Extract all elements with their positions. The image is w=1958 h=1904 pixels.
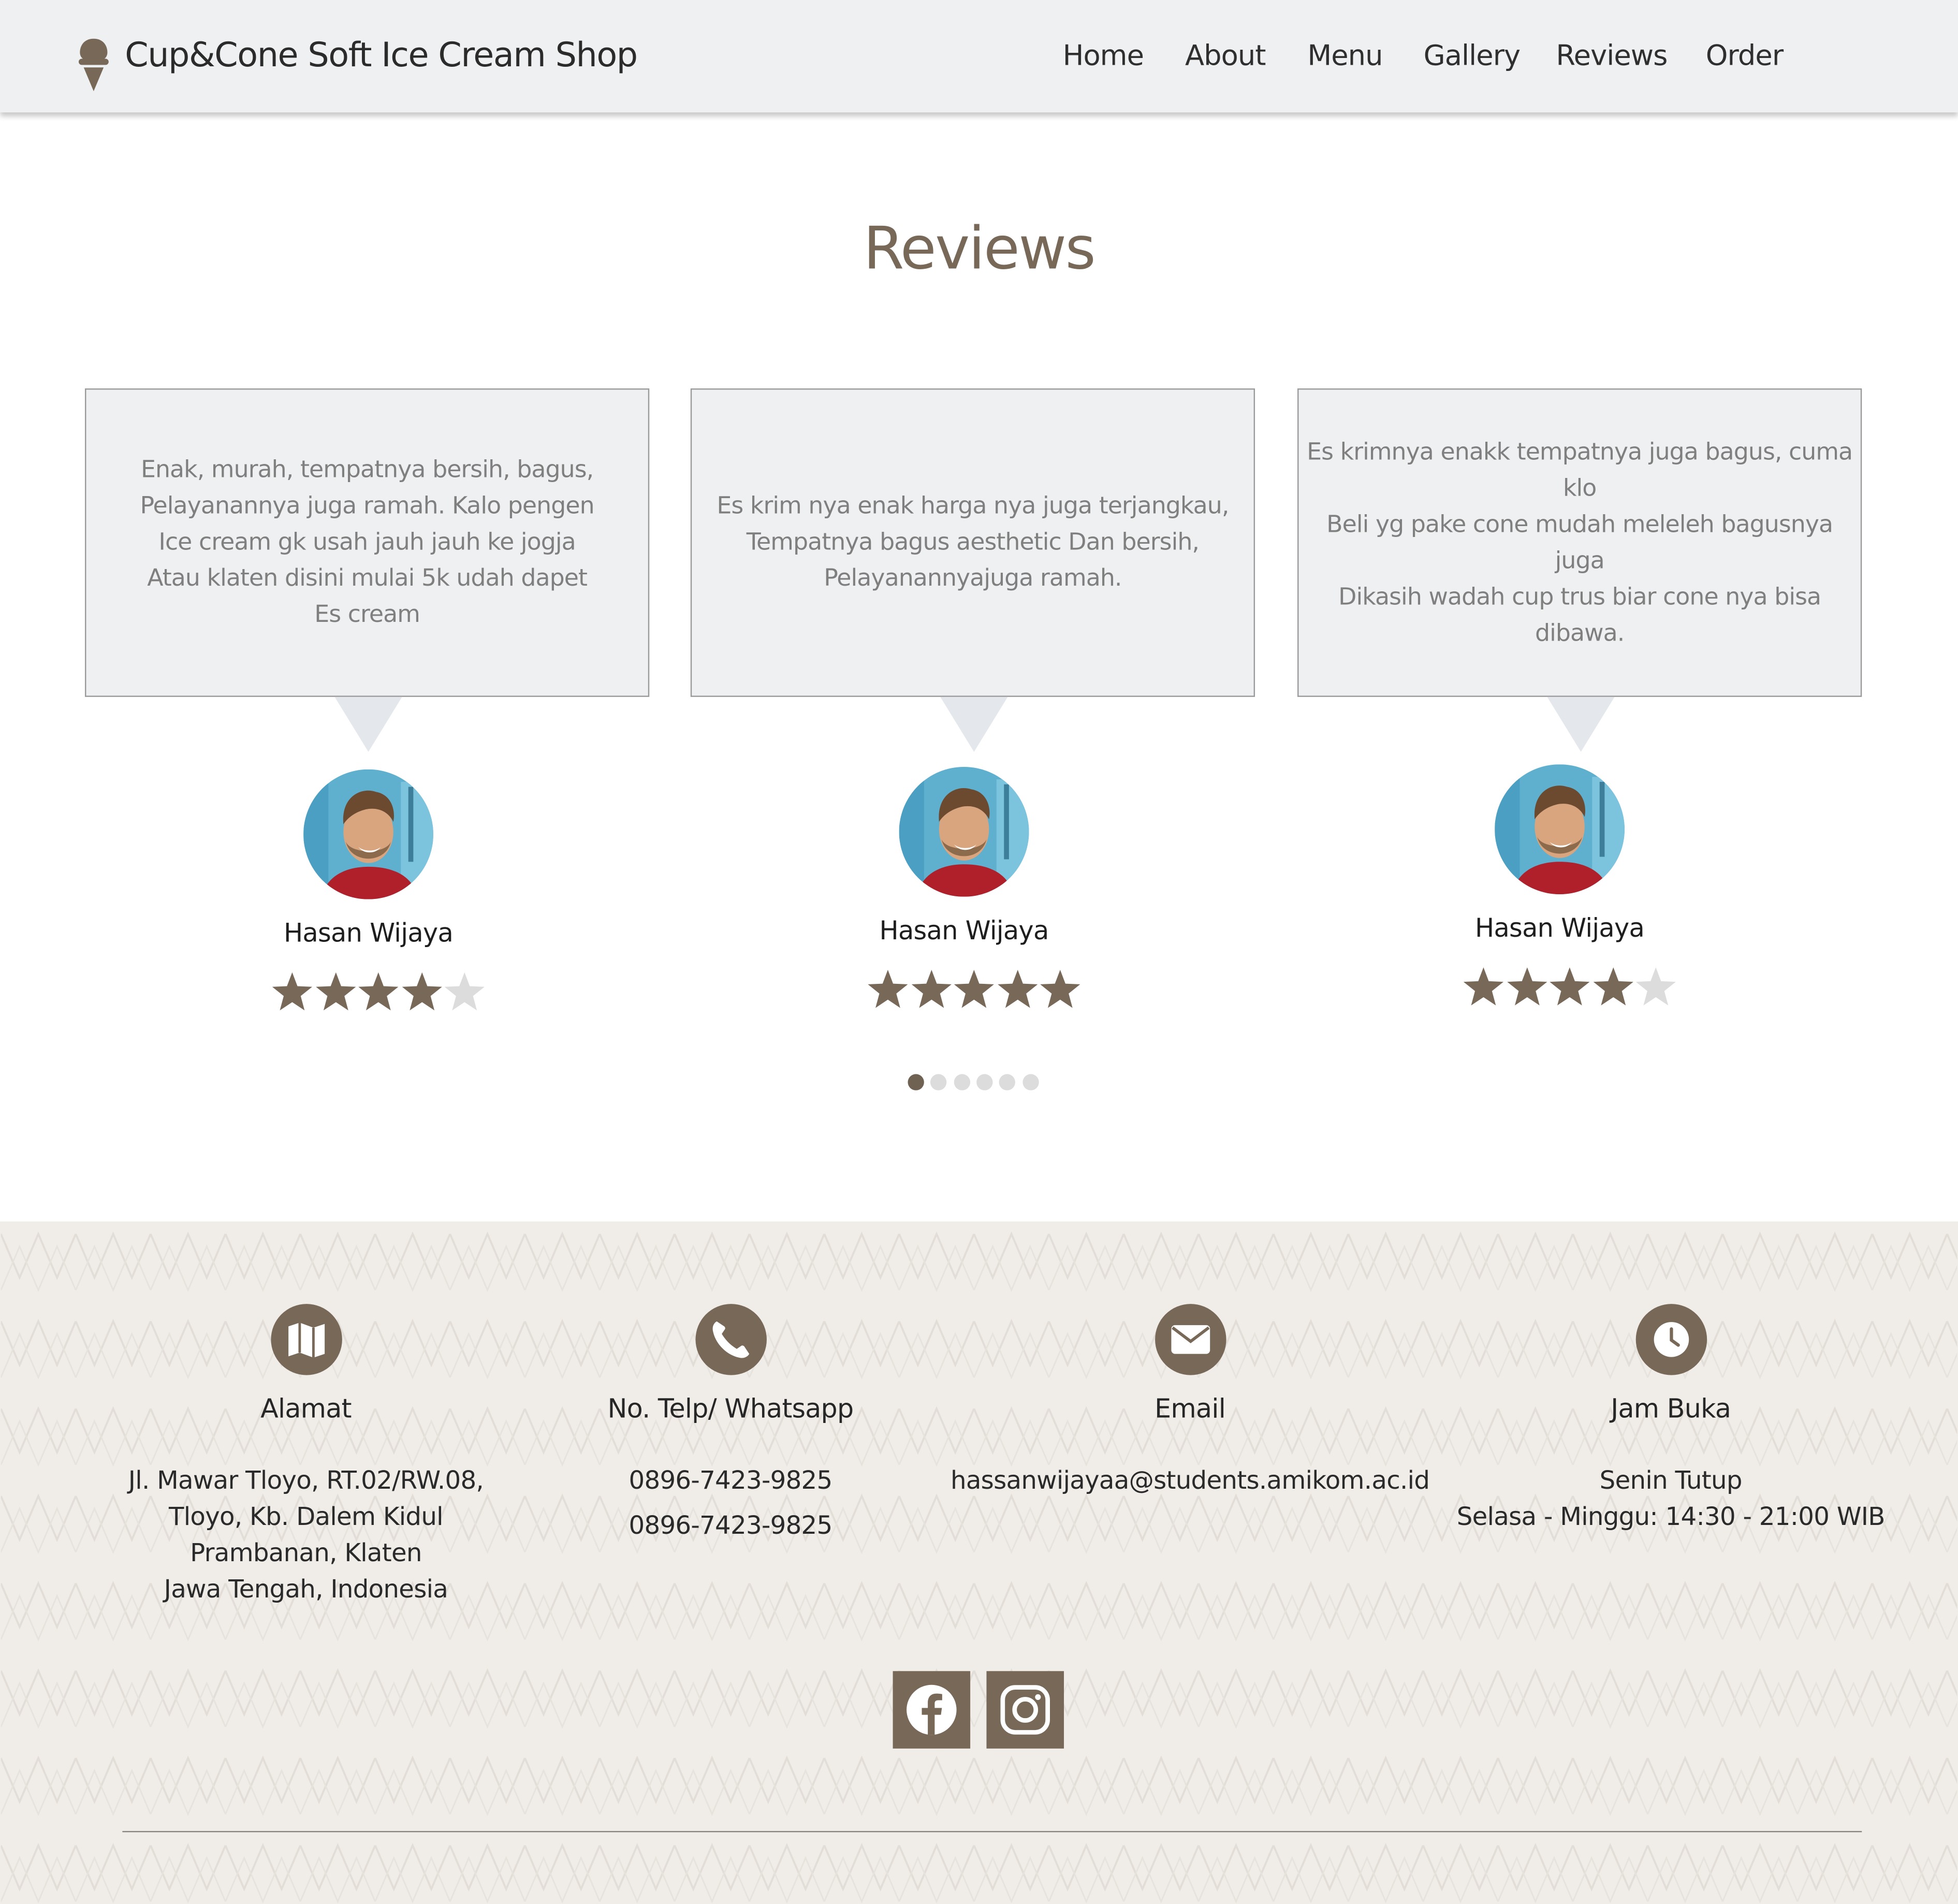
- reviewer-name: Hasan Wijaya: [879, 915, 1049, 946]
- review-card: Es krim nya enak harga nya juga terjangk…: [690, 388, 1255, 697]
- ice-cream-cone-icon[interactable]: [76, 36, 111, 92]
- brand-name[interactable]: Cup&Cone Soft Ice Cream Shop: [125, 36, 638, 75]
- address-line: Prambanan, Klaten: [190, 1537, 422, 1568]
- address-lines: Jl. Mawar Tloyo, RT.02/RW.08, Tloyo, Kb.…: [81, 1462, 531, 1607]
- star-filled-icon: [868, 969, 908, 1008]
- star-filled-icon: [315, 972, 356, 1011]
- reviewer-name: Hasan Wijaya: [1475, 913, 1645, 943]
- review-card: Enak, murah, tempatnya bersih, bagus, Pe…: [85, 388, 650, 697]
- avatar: [1495, 764, 1625, 894]
- review-text: Enak, murah, tempatnya bersih, bagus, Pe…: [140, 456, 595, 629]
- carousel-dot[interactable]: [999, 1074, 1016, 1091]
- star-filled-icon: [1040, 969, 1080, 1008]
- star-rating: [866, 968, 1115, 1013]
- hours-lines: Senin Tutup Selasa - Minggu: 14:30 - 21:…: [1446, 1462, 1895, 1535]
- hours-line: Senin Tutup: [1599, 1465, 1743, 1495]
- star-filled-icon: [1507, 967, 1547, 1006]
- avatar: [303, 769, 433, 899]
- phone-number[interactable]: 0896-7423-9825: [543, 1507, 918, 1544]
- star-empty-icon: [1635, 967, 1676, 1006]
- phone-heading: No. Telp/ Whatsapp: [607, 1393, 854, 1424]
- star-filled-icon: [1550, 967, 1590, 1006]
- carousel-dot[interactable]: [953, 1074, 970, 1091]
- avatar: [899, 766, 1029, 897]
- nav-home[interactable]: Home: [1063, 40, 1144, 72]
- phone-lines: 0896-7423-9825 0896-7423-9825: [543, 1462, 918, 1544]
- site-header: Cup&Cone Soft Ice Cream Shop Home About …: [0, 0, 1958, 113]
- address-line: Jl. Mawar Tloyo, RT.02/RW.08,: [128, 1465, 484, 1495]
- email-lines: hassanwijayaa@students.amikom.ac.id: [940, 1462, 1440, 1499]
- star-filled-icon: [1463, 967, 1504, 1006]
- nav-about[interactable]: About: [1185, 40, 1266, 72]
- star-filled-icon: [911, 969, 951, 1008]
- site-footer: Alamat Jl. Mawar Tloyo, RT.02/RW.08, Tlo…: [0, 1221, 1958, 1904]
- phone-icon: [695, 1304, 767, 1375]
- address-line: Jawa Tengah, Indonesia: [164, 1574, 448, 1604]
- hours-line: Selasa - Minggu: 14:30 - 21:00 WIB: [1456, 1501, 1886, 1532]
- nav-order[interactable]: Order: [1706, 40, 1784, 72]
- email-heading: Email: [1155, 1393, 1226, 1424]
- address-heading: Alamat: [260, 1393, 352, 1424]
- review-card: Es krimnya enakk tempatnya juga bagus, c…: [1297, 388, 1862, 697]
- carousel-dots: [908, 1074, 1045, 1092]
- star-filled-icon: [358, 972, 399, 1011]
- star-rating: [1461, 965, 1711, 1010]
- instagram-icon[interactable]: [986, 1671, 1064, 1749]
- carousel-dot[interactable]: [930, 1074, 947, 1091]
- phone-number[interactable]: 0896-7423-9825: [543, 1462, 918, 1507]
- star-empty-icon: [444, 972, 485, 1011]
- carousel-dot[interactable]: [1022, 1074, 1039, 1091]
- nav-menu[interactable]: Menu: [1307, 40, 1383, 72]
- speech-pointer: [334, 696, 402, 752]
- reviews-title: Reviews: [863, 214, 1096, 284]
- footer-divider: [122, 1830, 1862, 1833]
- star-filled-icon: [997, 969, 1038, 1008]
- star-filled-icon: [954, 969, 994, 1008]
- hours-heading: Jam Buka: [1611, 1393, 1731, 1424]
- clock-icon: [1635, 1304, 1707, 1375]
- nav-gallery[interactable]: Gallery: [1424, 40, 1521, 72]
- carousel-dot[interactable]: [976, 1074, 993, 1091]
- reviewer-name: Hasan Wijaya: [283, 918, 454, 948]
- address-line: Tloyo, Kb. Dalem Kidul: [168, 1501, 444, 1532]
- carousel-dot[interactable]: [908, 1074, 924, 1091]
- facebook-icon[interactable]: [893, 1671, 971, 1749]
- star-rating: [270, 970, 519, 1015]
- map-icon: [271, 1304, 342, 1375]
- star-filled-icon: [401, 972, 442, 1011]
- nav-reviews[interactable]: Reviews: [1556, 40, 1668, 72]
- star-filled-icon: [272, 972, 312, 1011]
- review-text: Es krim nya enak harga nya juga terjangk…: [717, 492, 1229, 592]
- envelope-icon: [1155, 1304, 1226, 1375]
- star-filled-icon: [1592, 967, 1633, 1006]
- speech-pointer: [940, 696, 1008, 752]
- speech-pointer: [1547, 696, 1615, 752]
- review-text: Es krimnya enakk tempatnya juga bagus, c…: [1307, 438, 1853, 647]
- email-address[interactable]: hassanwijayaa@students.amikom.ac.id: [940, 1462, 1440, 1499]
